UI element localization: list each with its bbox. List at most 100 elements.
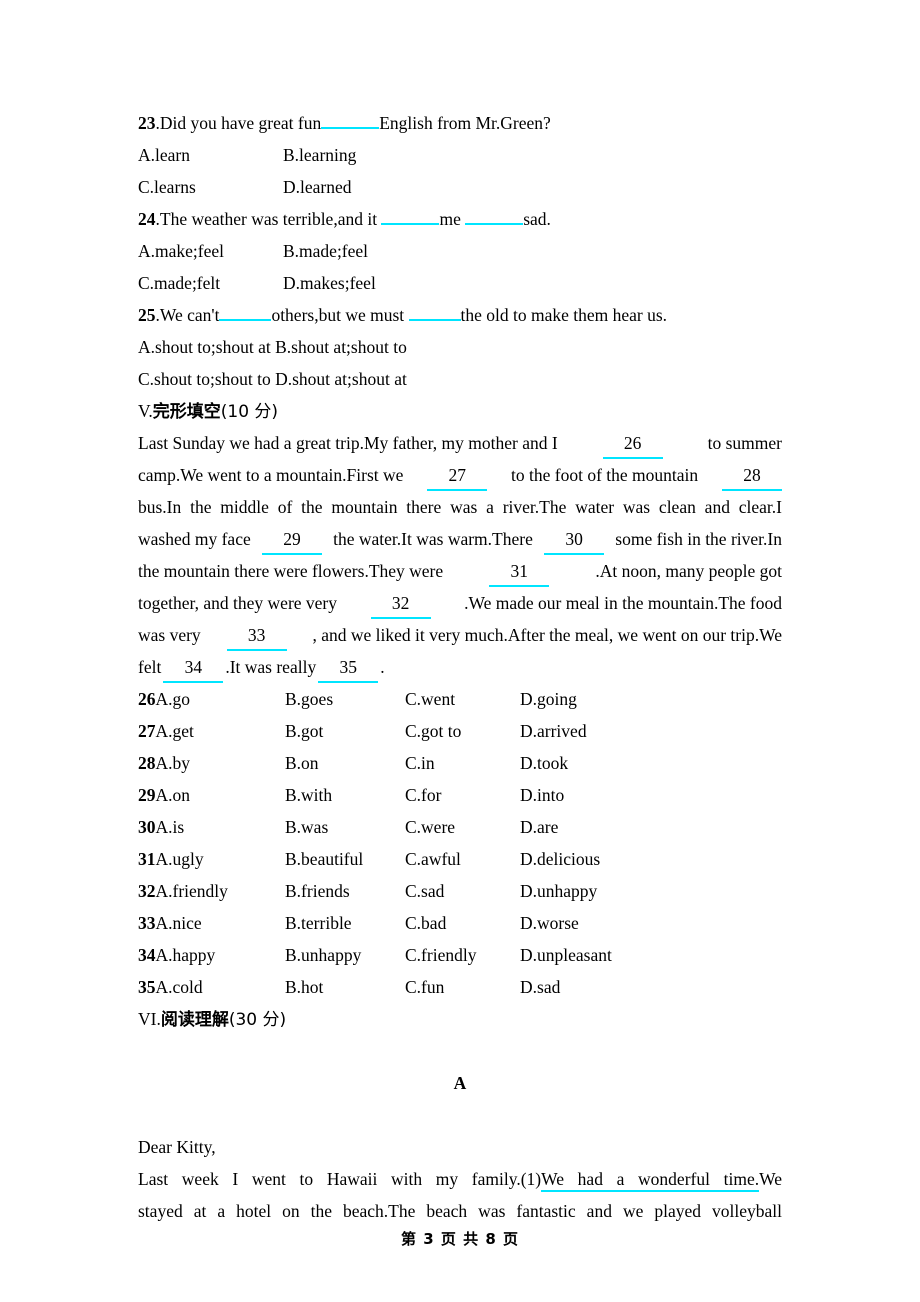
cloze-row-34-option-a[interactable]: A.happy [156, 945, 216, 965]
cloze-blank-35[interactable]: 35 [318, 651, 379, 683]
cloze-line-7-text-a: was very [138, 625, 201, 645]
question-24-text-after: sad. [523, 209, 551, 229]
cloze-passage-line-5: the mountain there were flowers.They wer… [138, 555, 782, 587]
cloze-row-33-option-a[interactable]: A.nice [156, 913, 202, 933]
section-cloze-points: (10 分) [220, 402, 279, 422]
question-24-option-a[interactable]: A.make;feel [138, 235, 283, 267]
question-24-number: 24 [138, 209, 156, 229]
cloze-row-35-option-b[interactable]: B.hot [285, 971, 405, 1003]
cloze-row-32-option-b[interactable]: B.friends [285, 875, 405, 907]
cloze-options-row-29: 29A.on B.with C.for D.into [138, 779, 782, 811]
cloze-options-row-31: 31A.ugly B.beautiful C.awful D.delicious [138, 843, 782, 875]
cloze-row-26-option-d[interactable]: D.going [520, 683, 782, 715]
section-cloze-title: 完形填空 [152, 402, 221, 422]
cloze-row-31-option-d[interactable]: D.delicious [520, 843, 782, 875]
cloze-row-34-option-d[interactable]: D.unpleasant [520, 939, 782, 971]
cloze-row-27-number: 27 [138, 721, 156, 741]
question-24-blank-2[interactable] [465, 205, 524, 225]
cloze-row-35-option-c[interactable]: C.fun [405, 971, 520, 1003]
cloze-row-28-option-a[interactable]: A.by [156, 753, 191, 773]
reading-underlined-sentence[interactable]: We had a wonderful time. [541, 1169, 760, 1192]
cloze-row-26-option-c[interactable]: C.went [405, 683, 520, 715]
cloze-options-row-35: 35A.cold B.hot C.fun D.sad [138, 971, 782, 1003]
cloze-row-33-number: 33 [138, 913, 156, 933]
cloze-blank-33[interactable]: 33 [226, 619, 287, 651]
cloze-row-35-option-d[interactable]: D.sad [520, 971, 782, 1003]
question-25-stem: 25.We can't others,but we must the old to… [138, 299, 782, 331]
cloze-row-29-option-c[interactable]: C.for [405, 779, 520, 811]
question-24-blank-1[interactable] [381, 205, 440, 225]
cloze-row-33-option-b[interactable]: B.terrible [285, 907, 405, 939]
cloze-row-27-option-c[interactable]: C.got to [405, 715, 520, 747]
cloze-row-34-option-b[interactable]: B.unhappy [285, 939, 405, 971]
cloze-row-31-option-a[interactable]: A.ugly [156, 849, 204, 869]
cloze-blank-32[interactable]: 32 [370, 587, 431, 619]
question-23-options-row-1: A.learn B.learning [138, 139, 782, 171]
question-25-number: 25 [138, 305, 156, 325]
cloze-row-30-option-d[interactable]: D.are [520, 811, 782, 843]
cloze-row-26-option-a[interactable]: A.go [156, 689, 191, 709]
cloze-row-28-option-d[interactable]: D.took [520, 747, 782, 779]
cloze-row-32-option-d[interactable]: D.unhappy [520, 875, 782, 907]
reading-line-2-text: stayed at a hotel on the beach.The beach… [138, 1201, 782, 1221]
cloze-row-28-option-b[interactable]: B.on [285, 747, 405, 779]
question-23-blank[interactable] [321, 109, 380, 129]
question-25-options-row-2[interactable]: C.shout to;shout to D.shout at;shout at [138, 363, 782, 395]
top-spacer [138, 0, 782, 32]
cloze-blank-26[interactable]: 26 [602, 427, 663, 459]
cloze-line-1-text-a: Last Sunday we had a great trip.My fathe… [138, 433, 558, 453]
cloze-blank-29[interactable]: 29 [261, 523, 322, 555]
cloze-row-33-option-d[interactable]: D.worse [520, 907, 782, 939]
cloze-row-26-option-b[interactable]: B.goes [285, 683, 405, 715]
cloze-line-5-text-b: .At noon, many people got [595, 561, 782, 581]
cloze-row-29-option-b[interactable]: B.with [285, 779, 405, 811]
cloze-row-33-option-c[interactable]: C.bad [405, 907, 520, 939]
cloze-row-27-option-d[interactable]: D.arrived [520, 715, 782, 747]
cloze-blank-31[interactable]: 31 [489, 555, 550, 587]
question-24-option-c[interactable]: C.made;felt [138, 267, 283, 299]
cloze-blank-27[interactable]: 27 [427, 459, 488, 491]
cloze-row-28-option-c[interactable]: C.in [405, 747, 520, 779]
cloze-row-34-option-c[interactable]: C.friendly [405, 939, 520, 971]
question-23-option-a[interactable]: A.learn [138, 139, 283, 171]
reading-line-1-pre: Last week I went to Hawaii with my famil… [138, 1169, 542, 1189]
question-25-blank-1[interactable] [219, 301, 272, 321]
cloze-row-30-option-c[interactable]: C.were [405, 811, 520, 843]
question-24-option-b[interactable]: B.made;feel [283, 235, 782, 267]
cloze-blank-34[interactable]: 34 [163, 651, 224, 683]
cloze-row-31-option-b[interactable]: B.beautiful [285, 843, 405, 875]
cloze-passage-line-2: camp.We went to a mountain.First we 27 t… [138, 459, 782, 491]
cloze-row-27-option-a[interactable]: A.get [156, 721, 194, 741]
cloze-row-30-number: 30 [138, 817, 156, 837]
top-spacer-3 [138, 64, 782, 107]
reading-spacer-2 [138, 1099, 782, 1131]
question-25-options-row-1[interactable]: A.shout to;shout at B.shout at;shout to [138, 331, 782, 363]
cloze-line-2-text-b: to the foot of the mountain [511, 465, 699, 485]
cloze-row-30-option-a[interactable]: A.is [156, 817, 185, 837]
cloze-row-30-option-b[interactable]: B.was [285, 811, 405, 843]
cloze-line-6-text-b: .We made our meal in the mountain.The fo… [464, 593, 782, 613]
question-24-option-d[interactable]: D.makes;feel [283, 267, 782, 299]
cloze-row-32-option-c[interactable]: C.sad [405, 875, 520, 907]
question-23-option-c[interactable]: C.learns [138, 171, 283, 203]
question-23-option-b[interactable]: B.learning [283, 139, 782, 171]
cloze-row-35-option-a[interactable]: A.cold [156, 977, 203, 997]
question-23-option-d[interactable]: D.learned [283, 171, 782, 203]
cloze-blank-28[interactable]: 28 [721, 459, 782, 491]
reading-body-line-2: stayed at a hotel on the beach.The beach… [138, 1195, 782, 1227]
cloze-passage-line-1: Last Sunday we had a great trip.My fathe… [138, 427, 782, 459]
cloze-row-29-number: 29 [138, 785, 156, 805]
cloze-row-31-option-c[interactable]: C.awful [405, 843, 520, 875]
cloze-row-29-option-d[interactable]: D.into [520, 779, 782, 811]
cloze-line-4-text-c: some fish in the river.In [615, 529, 782, 549]
exam-page-content: 23.Did you have great fun English from Mr… [138, 0, 782, 1227]
cloze-row-27-option-b[interactable]: B.got [285, 715, 405, 747]
question-25-text-mid: others,but we must [271, 305, 405, 325]
cloze-row-26-number: 26 [138, 689, 156, 709]
section-reading-points: (30 分) [228, 1010, 287, 1030]
cloze-blank-30[interactable]: 30 [544, 523, 605, 555]
question-24-text-before: .The weather was terrible,and it [155, 209, 378, 229]
question-25-blank-2[interactable] [408, 301, 461, 321]
cloze-row-32-option-a[interactable]: A.friendly [156, 881, 228, 901]
cloze-row-29-option-a[interactable]: A.on [156, 785, 191, 805]
